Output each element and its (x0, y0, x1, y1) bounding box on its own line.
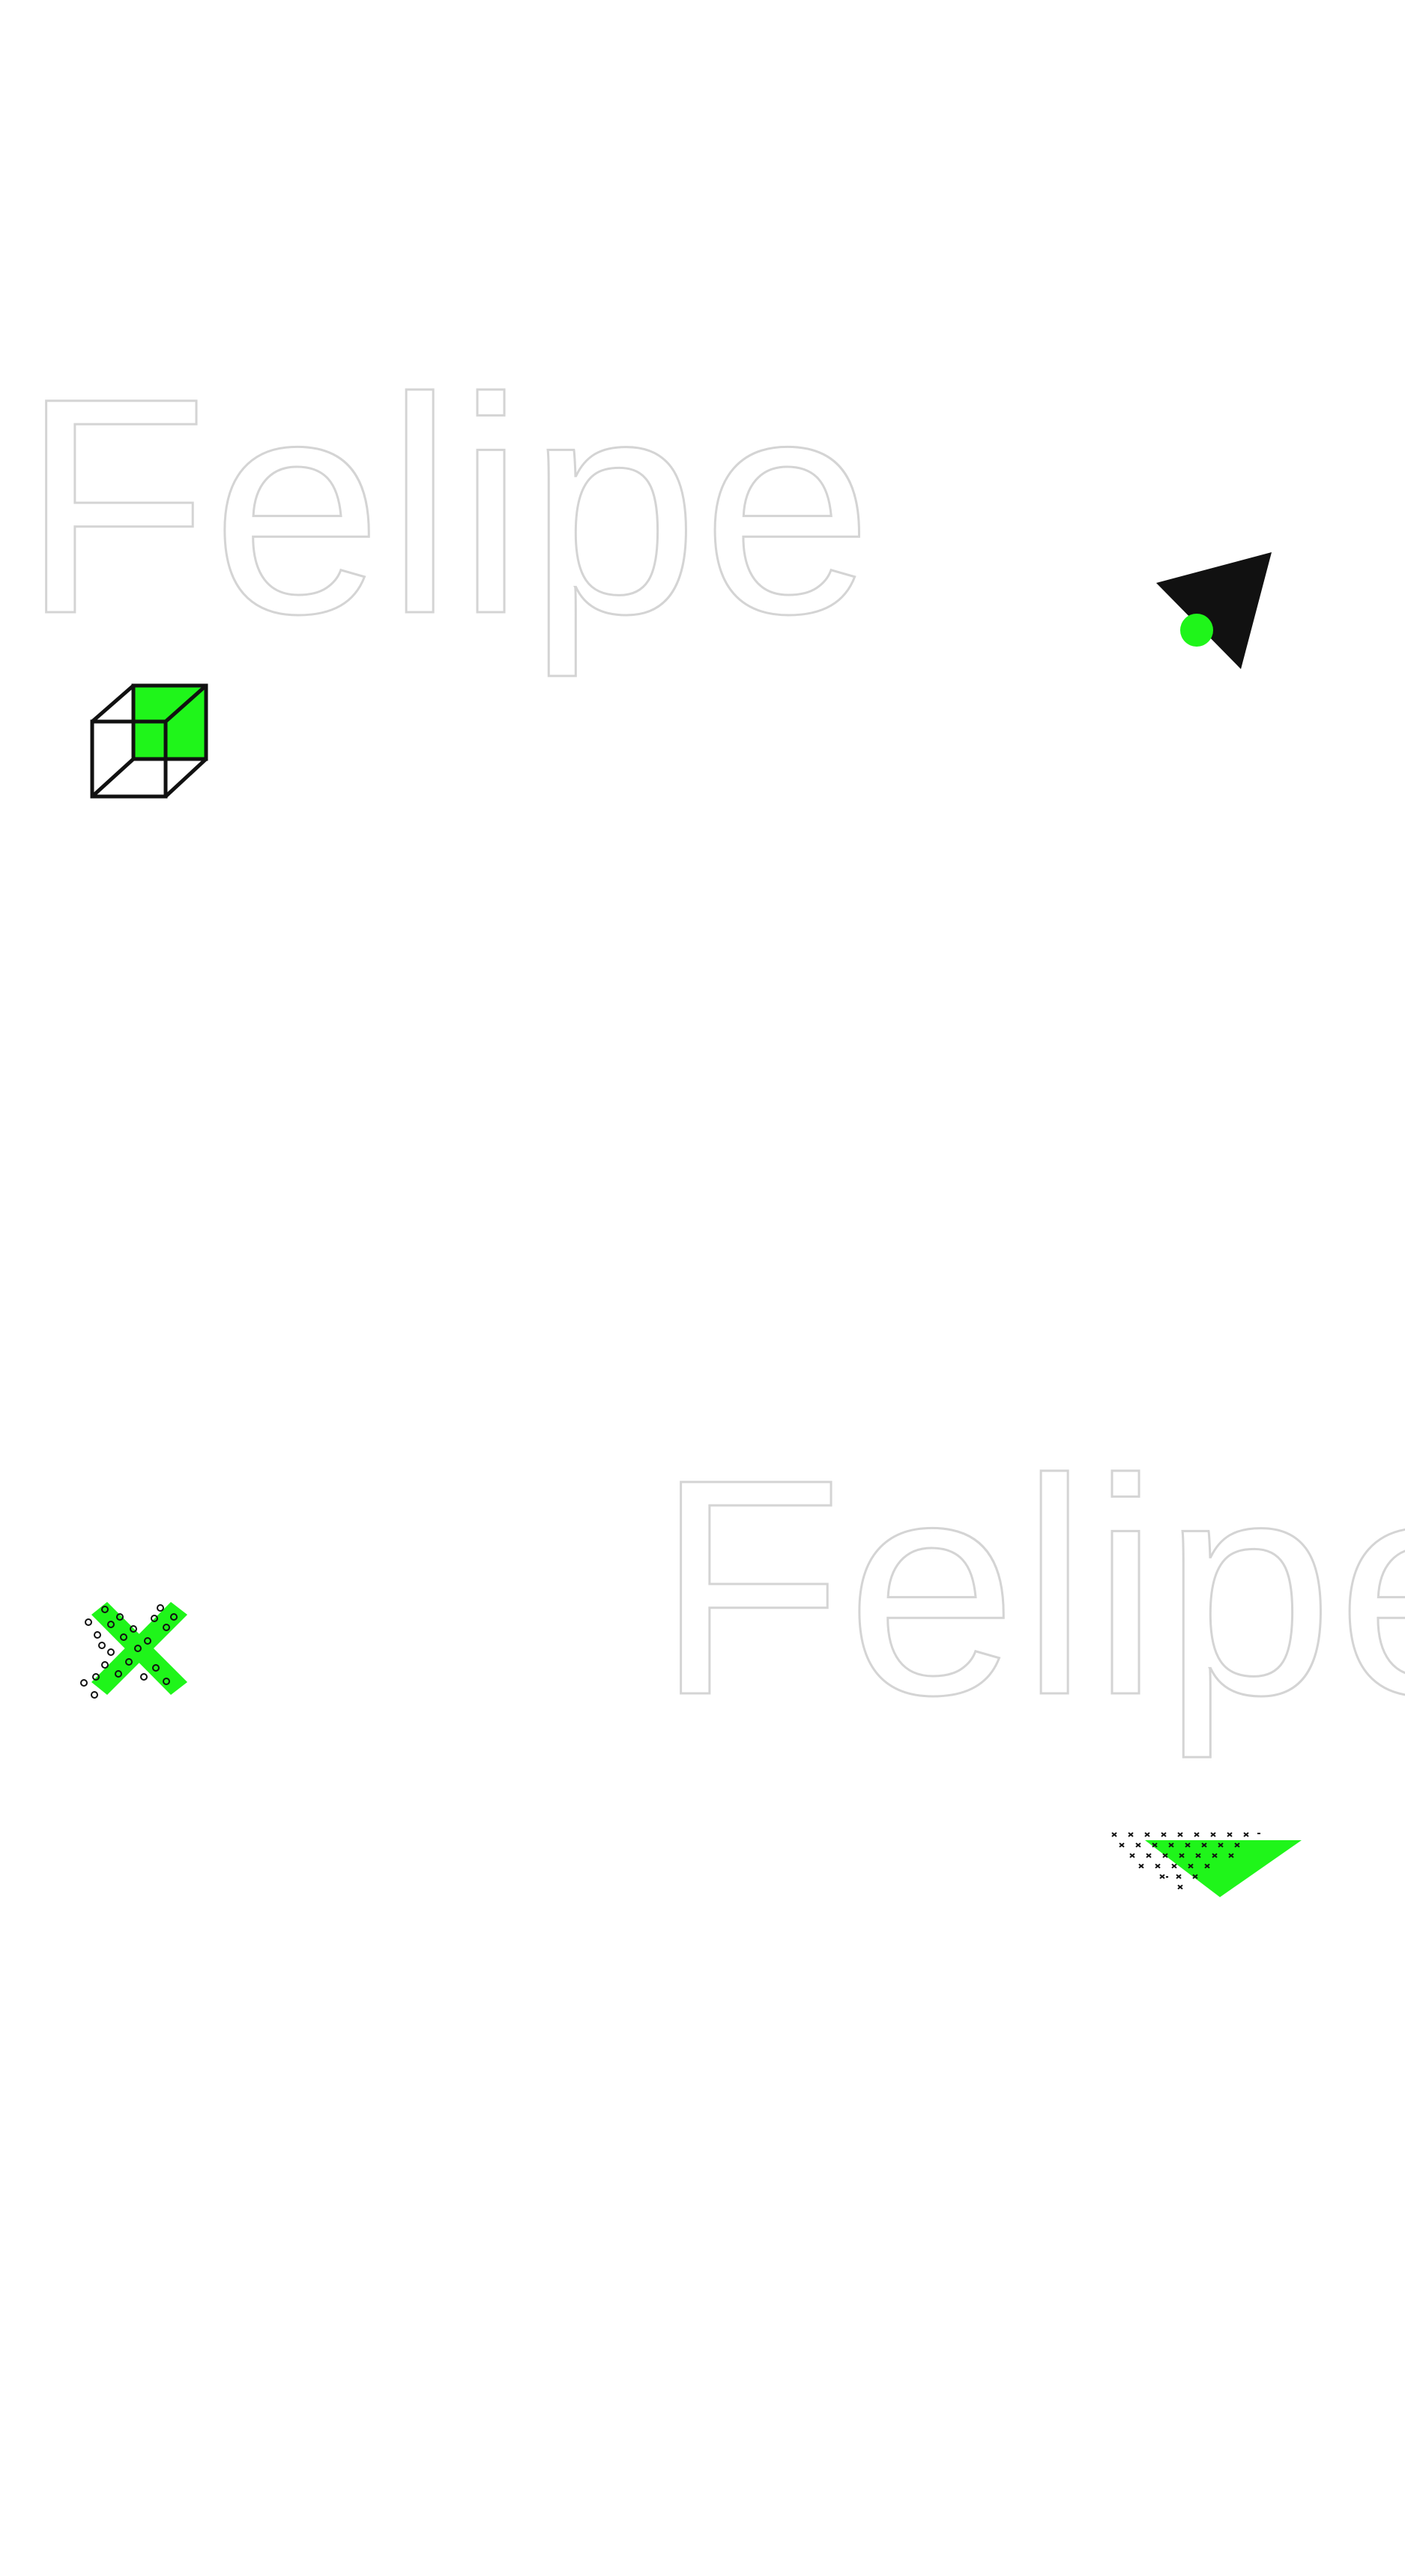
cube-edge (91, 684, 135, 723)
cube-edge (164, 758, 208, 798)
cube-edge (91, 758, 135, 798)
watermark-text-top: Felipe (21, 334, 876, 680)
arrow-shape (1156, 552, 1272, 669)
arrow-dot (1180, 614, 1213, 647)
watermark-text-bottom: Felipe (656, 1415, 1405, 1761)
poster-canvas: Felipe Felipe (20, 333, 1405, 1897)
triangle-halftone-icon (1111, 1832, 1302, 1897)
triangle-shape (1145, 1840, 1302, 1897)
arrow-cursor-icon (1156, 552, 1272, 669)
cross-x-icon (80, 1602, 187, 1699)
wireframe-cube-icon (90, 683, 208, 799)
